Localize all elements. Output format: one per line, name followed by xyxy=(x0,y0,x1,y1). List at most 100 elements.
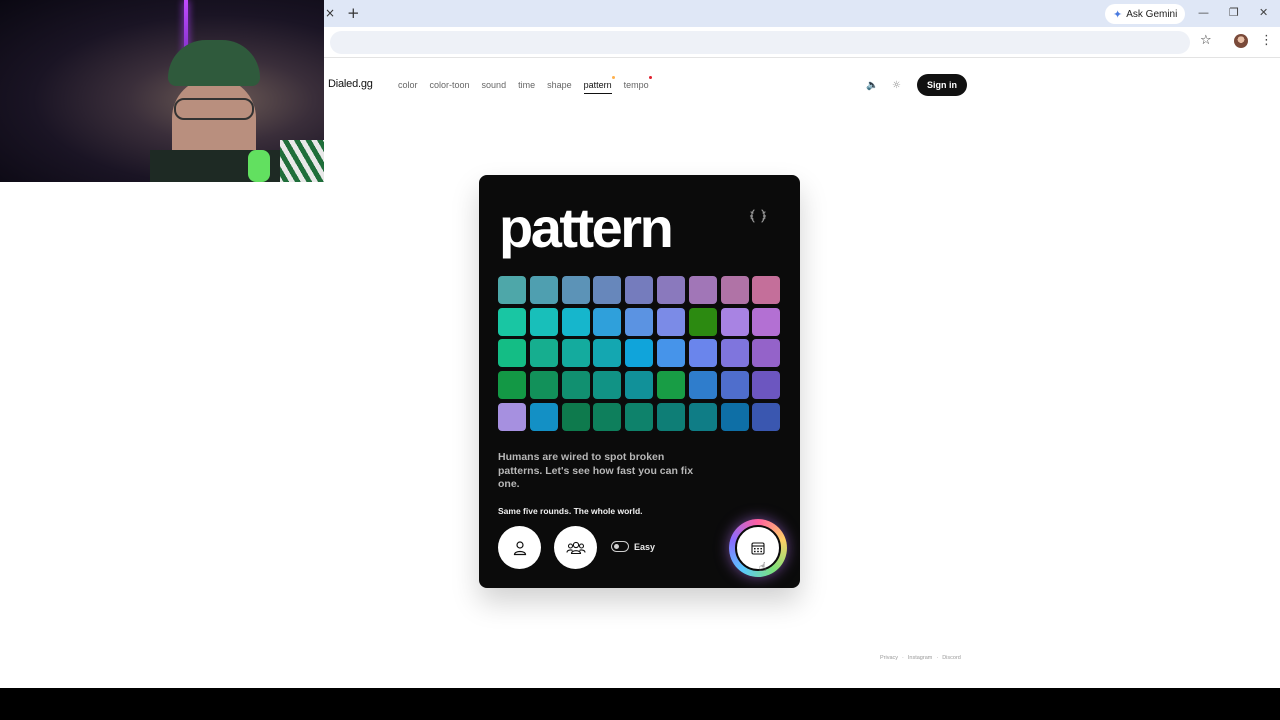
solo-mode-button[interactable] xyxy=(498,526,541,569)
footer-privacy-link[interactable]: Privacy xyxy=(880,655,898,661)
theme-toggle-icon[interactable]: ☼ xyxy=(892,80,901,91)
group-icon xyxy=(565,541,586,554)
pattern-grid xyxy=(498,276,781,431)
laurel-icon[interactable] xyxy=(749,207,767,225)
pattern-tile-r1-c9[interactable] xyxy=(752,276,781,304)
pattern-tile-r4-c1[interactable] xyxy=(498,371,526,400)
pattern-tile-r2-c2[interactable] xyxy=(529,307,558,336)
pattern-tile-r5-c7[interactable] xyxy=(688,402,717,431)
pattern-tile-r4-c8[interactable] xyxy=(720,371,749,400)
calendar-icon xyxy=(751,542,765,555)
pattern-tile-r2-c9[interactable] xyxy=(752,307,781,336)
nav-shape[interactable]: shape xyxy=(547,80,572,94)
footer-discord-link[interactable]: Discord xyxy=(942,655,961,661)
sign-in-button[interactable]: Sign in xyxy=(917,74,967,96)
page: × + ✦ Ask Gemini — ❐ ✕ ☆ ⋮ Dialed.gg col… xyxy=(0,0,1280,720)
pattern-tile-r3-c2[interactable] xyxy=(529,339,558,368)
pattern-tile-r4-c5[interactable] xyxy=(625,371,654,400)
pattern-tile-r4-c3[interactable] xyxy=(561,371,590,400)
nav-tempo-label: tempo xyxy=(623,80,649,90)
game-title: pattern xyxy=(499,196,674,259)
video-letterbox-bar xyxy=(0,688,1280,720)
footer-instagram-link[interactable]: Instagram xyxy=(908,655,932,661)
pattern-tile-r2-c8[interactable] xyxy=(720,307,749,336)
new-tab-icon[interactable]: + xyxy=(347,4,360,22)
pattern-tile-r1-c3[interactable] xyxy=(561,276,590,304)
daily-challenge-button[interactable] xyxy=(735,525,781,571)
bookmark-star-icon[interactable]: ☆ xyxy=(1200,33,1212,48)
tab-close-icon[interactable]: × xyxy=(325,6,335,20)
pattern-tile-r2-c5[interactable] xyxy=(625,307,654,336)
pattern-tile-r1-c7[interactable] xyxy=(688,276,717,304)
nav-color-toon[interactable]: color-toon xyxy=(430,80,470,94)
footer-separator: · xyxy=(936,655,939,661)
pattern-tile-r5-c3[interactable] xyxy=(561,402,590,431)
pattern-tile-r1-c8[interactable] xyxy=(720,276,749,304)
webcam-hand xyxy=(248,150,270,182)
easy-label: Easy xyxy=(634,541,656,552)
new-indicator-dot xyxy=(648,76,652,79)
pattern-tile-r2-c7[interactable] xyxy=(688,307,717,336)
nav-pattern-label: pattern xyxy=(583,80,612,90)
daily-challenge-ring xyxy=(729,519,787,577)
pattern-tile-r2-c6[interactable] xyxy=(656,307,685,336)
easy-mode-toggle[interactable]: Easy xyxy=(611,541,655,552)
pattern-tile-r5-c9[interactable] xyxy=(752,402,781,431)
pattern-tile-r4-c2[interactable] xyxy=(529,371,558,400)
toggle-knob xyxy=(614,544,619,549)
toggle-switch[interactable] xyxy=(611,541,629,552)
ask-gemini-label: Ask Gemini xyxy=(1126,8,1178,20)
pattern-tile-r4-c6[interactable] xyxy=(656,371,685,400)
nav-sound[interactable]: sound xyxy=(482,80,507,94)
url-input[interactable] xyxy=(330,31,1190,54)
pattern-tile-r3-c1[interactable] xyxy=(498,339,526,368)
sound-toggle-icon[interactable]: 🔈 xyxy=(866,80,878,91)
pattern-tile-r1-c2[interactable] xyxy=(529,276,558,304)
pattern-tile-r5-c4[interactable] xyxy=(593,402,622,431)
profile-avatar[interactable] xyxy=(1234,34,1248,48)
hand-cursor-icon: ☝ xyxy=(759,560,767,574)
pattern-tile-r2-c3[interactable] xyxy=(561,307,590,336)
close-window-icon[interactable]: ✕ xyxy=(1259,6,1268,19)
webcam-hat xyxy=(168,40,260,86)
game-nav: color color-toon sound time shape patter… xyxy=(398,76,652,94)
game-description: Humans are wired to spot broken patterns… xyxy=(498,451,694,490)
pattern-tile-r1-c4[interactable] xyxy=(593,276,622,304)
pattern-tile-r3-c3[interactable] xyxy=(561,339,590,368)
minimize-icon[interactable]: — xyxy=(1198,6,1209,19)
restore-icon[interactable]: ❐ xyxy=(1229,6,1239,19)
pattern-tile-r5-c1[interactable] xyxy=(498,402,526,431)
pattern-tile-r3-c6[interactable] xyxy=(656,339,685,368)
person-icon xyxy=(513,540,526,555)
pattern-tile-r1-c5[interactable] xyxy=(625,276,654,304)
pattern-tile-r1-c1[interactable] xyxy=(498,276,526,304)
pattern-tile-r5-c8[interactable] xyxy=(720,402,749,431)
webcam-jacket-stripes xyxy=(280,140,324,182)
nav-color[interactable]: color xyxy=(398,80,418,94)
pattern-tile-r4-c7[interactable] xyxy=(688,371,717,400)
footer-separator: · xyxy=(902,655,904,661)
game-subtitle: Same five rounds. The whole world. xyxy=(498,506,643,516)
pattern-tile-r4-c4[interactable] xyxy=(593,371,622,400)
footer-links: Privacy · Instagram · Discord xyxy=(880,655,961,661)
pattern-tile-r2-c1[interactable] xyxy=(498,307,526,336)
browser-menu-icon[interactable]: ⋮ xyxy=(1260,33,1273,48)
site-logo[interactable]: Dialed.gg xyxy=(328,78,373,90)
nav-time[interactable]: time xyxy=(518,80,535,94)
nav-pattern[interactable]: pattern xyxy=(583,76,615,94)
pattern-tile-r1-c6[interactable] xyxy=(656,276,685,304)
pattern-tile-r4-c9[interactable] xyxy=(752,371,781,400)
ask-gemini-button[interactable]: ✦ Ask Gemini xyxy=(1105,4,1186,24)
game-card: pattern Humans are wired to spot broken … xyxy=(479,175,800,588)
pattern-tile-r3-c7[interactable] xyxy=(688,339,717,368)
pattern-tile-r3-c9[interactable] xyxy=(752,339,781,368)
pattern-tile-r3-c8[interactable] xyxy=(720,339,749,368)
nav-tempo[interactable]: tempo xyxy=(623,76,652,94)
pattern-tile-r2-c4[interactable] xyxy=(593,307,622,336)
pattern-tile-r5-c2[interactable] xyxy=(529,402,558,431)
group-mode-button[interactable] xyxy=(554,526,597,569)
pattern-tile-r5-c6[interactable] xyxy=(656,402,685,431)
pattern-tile-r3-c5[interactable] xyxy=(625,339,654,368)
pattern-tile-r3-c4[interactable] xyxy=(593,339,622,368)
pattern-tile-r5-c5[interactable] xyxy=(625,402,654,431)
